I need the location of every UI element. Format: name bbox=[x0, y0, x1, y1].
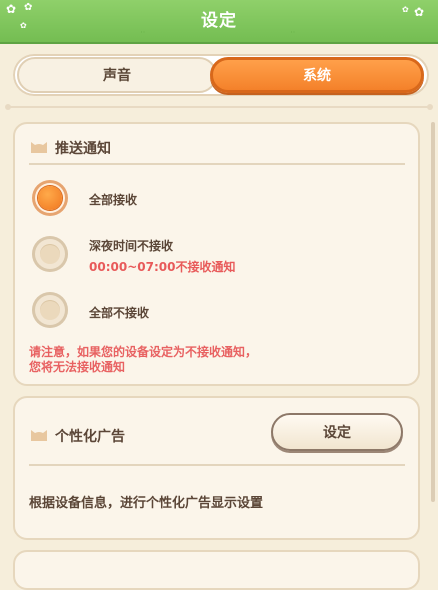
option-label: 深夜时间不接收 bbox=[89, 239, 174, 253]
notice-text: 您将无法接收通知 bbox=[29, 360, 126, 374]
section-title: 个性化广告 bbox=[55, 429, 125, 445]
cat-head-icon bbox=[31, 142, 47, 153]
divider-dot bbox=[427, 104, 433, 110]
notice-text: 请注意，如果您的设备设定为不接收通知， bbox=[29, 345, 258, 359]
cat-head-icon bbox=[31, 430, 47, 441]
ads-settings-button[interactable]: 设定 bbox=[271, 413, 403, 451]
option-label: 全部接收 bbox=[89, 193, 138, 207]
radio-unselected-icon bbox=[40, 244, 60, 264]
radio-receive-all[interactable] bbox=[32, 180, 68, 216]
page-title: 设定 bbox=[201, 11, 237, 31]
radio-selected-icon bbox=[38, 186, 62, 210]
divider bbox=[8, 106, 430, 108]
section-divider bbox=[29, 163, 405, 165]
radio-no-night[interactable] bbox=[32, 236, 68, 272]
option-label: 全部不接收 bbox=[89, 306, 150, 320]
section-title: 推送通知 bbox=[55, 141, 111, 157]
ads-description: 根据设备信息，进行个性化广告显示设置 bbox=[29, 496, 264, 511]
push-notification-card: 推送通知 全部接收 深夜时间不接收 00:00~07:00不接收通知 全部不接收… bbox=[13, 122, 420, 386]
tab-system[interactable]: 系统 bbox=[210, 57, 424, 93]
header-bar: ✿ ✿ ✿ ✿ ✿ ᐧᐧ ᐧᐧ 设定 bbox=[0, 0, 438, 44]
radio-receive-none[interactable] bbox=[32, 292, 68, 328]
tab-sound[interactable]: 声音 bbox=[17, 57, 217, 93]
option-sublabel: 00:00~07:00不接收通知 bbox=[89, 260, 236, 274]
tab-bar: 声音 系统 bbox=[13, 54, 429, 96]
radio-unselected-icon bbox=[40, 300, 60, 320]
scrollbar-thumb[interactable] bbox=[431, 122, 435, 502]
section-divider bbox=[29, 464, 405, 466]
next-card bbox=[13, 550, 420, 590]
personalized-ads-card: 个性化广告 设定 根据设备信息，进行个性化广告显示设置 bbox=[13, 396, 420, 540]
